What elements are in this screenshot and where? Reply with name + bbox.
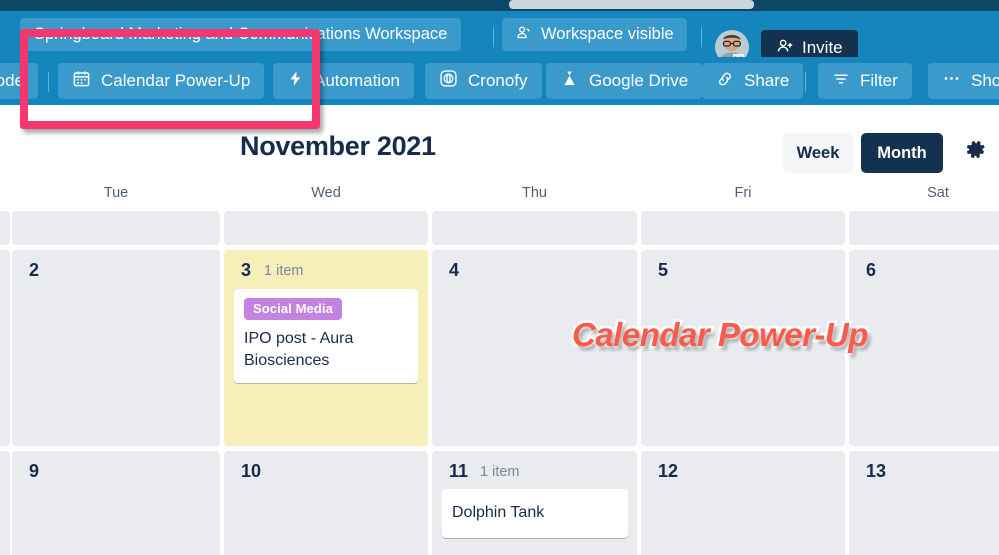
share-button[interactable]: Share (702, 63, 804, 99)
gear-icon[interactable] (963, 137, 988, 162)
day-number: 5 (658, 260, 669, 280)
app-root: Springboard Marketing and Communications… (0, 0, 999, 555)
cronofy-logo-icon (439, 69, 458, 93)
filter-icon (832, 70, 850, 93)
calendar-cell[interactable] (849, 211, 999, 245)
browser-top-bar (0, 0, 999, 11)
day-number: 9 (29, 461, 40, 481)
calendar-power-up-label: Calendar Power-Up (101, 71, 251, 90)
calendar-power-up-button[interactable]: Calendar Power-Up (58, 63, 265, 99)
filter-button[interactable]: Filter (818, 63, 912, 99)
page-title: November 2021 (240, 131, 436, 161)
calendar-day-3[interactable]: 3 1 item Social Media IPO post - Aura Bi… (224, 250, 428, 446)
day-item-count: 1 item (264, 263, 304, 279)
calendar-cell[interactable] (641, 211, 845, 245)
calendar-day-12[interactable]: 12 (641, 451, 845, 555)
lightning-bolt-icon (287, 69, 304, 93)
weekday-sat: Sat (927, 185, 949, 201)
calendar-event-card[interactable]: Dolphin Tank (442, 489, 628, 539)
google-drive-label: Google Drive (589, 71, 689, 90)
workspace-visibility-button[interactable]: Workspace visible (502, 18, 687, 51)
calendar-day-9[interactable]: 9 (12, 451, 220, 555)
powerup-toolbar: ode Calendar Power-Up Automation Cronofy… (0, 57, 999, 105)
weekday-header-row: Tue Wed Thu Fri Sat (0, 185, 999, 211)
automation-label: Automation (314, 71, 400, 90)
invite-label: Invite (802, 38, 843, 57)
calendar-cell[interactable] (0, 250, 10, 446)
automation-button[interactable]: Automation (273, 63, 414, 99)
workspace-title[interactable]: Springboard Marketing and Communications… (20, 18, 462, 51)
weekday-thu: Thu (522, 185, 547, 201)
divider (493, 27, 494, 47)
weekday-tue: Tue (103, 185, 129, 201)
link-icon (716, 70, 734, 93)
weekday-fri: Fri (734, 185, 752, 201)
workspace-title-label: Springboard Marketing and Communications… (34, 25, 448, 43)
people-icon (515, 24, 532, 46)
calendar-cell[interactable] (0, 211, 10, 245)
day-number: 10 (241, 461, 262, 481)
cronofy-button[interactable]: Cronofy (425, 63, 542, 99)
calendar-day-10[interactable]: 10 (224, 451, 428, 555)
divider (48, 72, 49, 92)
annotation-callout-text: Calendar Power-Up (570, 314, 871, 356)
google-drive-button[interactable]: Google Drive (546, 63, 703, 99)
calendar-grid: 2 3 1 item Social Media IPO post - Aura … (0, 211, 999, 555)
calendar-cell[interactable] (432, 211, 637, 245)
powerup-button-truncated-left[interactable]: ode (0, 63, 38, 99)
calendar-icon (72, 69, 91, 93)
card-title: Dolphin Tank (452, 504, 545, 521)
calendar-cell[interactable] (224, 211, 428, 245)
calendar-day-13[interactable]: 13 (849, 451, 999, 555)
cronofy-label: Cronofy (468, 71, 528, 90)
show-menu-label: Show (971, 71, 999, 90)
card-title: IPO post - Aura Biosciences (244, 330, 354, 370)
day-number: 12 (658, 461, 679, 481)
filter-label: Filter (860, 71, 898, 90)
view-toggle-week[interactable]: Week (783, 133, 853, 173)
calendar-cell[interactable] (12, 211, 220, 245)
divider (701, 27, 702, 47)
view-toggle-month[interactable]: Month (861, 133, 943, 173)
calendar-cell[interactable] (0, 451, 10, 555)
day-number: 3 (241, 260, 252, 280)
workspace-bar: Springboard Marketing and Communications… (0, 11, 999, 66)
day-number: 11 (449, 461, 469, 481)
show-menu-button[interactable]: Show (928, 63, 999, 99)
calendar-header: November 2021 Week Month (0, 105, 999, 185)
day-number: 6 (866, 260, 877, 280)
calendar-day-2[interactable]: 2 (12, 250, 220, 446)
search-bar-sliver[interactable] (509, 0, 754, 9)
powerup-button-truncated-left-label: ode (0, 71, 24, 90)
calendar-event-card[interactable]: Social Media IPO post - Aura Biosciences (234, 289, 418, 384)
google-drive-icon (560, 69, 579, 93)
day-number: 13 (866, 461, 887, 481)
day-number: 2 (29, 260, 40, 280)
share-label: Share (744, 71, 790, 90)
weekday-wed: Wed (311, 185, 341, 201)
calendar-day-6[interactable]: 6 (849, 250, 999, 446)
day-number: 4 (449, 260, 460, 280)
divider (805, 72, 806, 92)
workspace-visibility-label: Workspace visible (541, 25, 674, 43)
calendar-day-11[interactable]: 11 1 item Dolphin Tank (432, 451, 637, 555)
ellipsis-icon (942, 69, 961, 93)
day-item-count: 1 item (480, 464, 520, 480)
status-badge: Social Media (244, 298, 342, 320)
